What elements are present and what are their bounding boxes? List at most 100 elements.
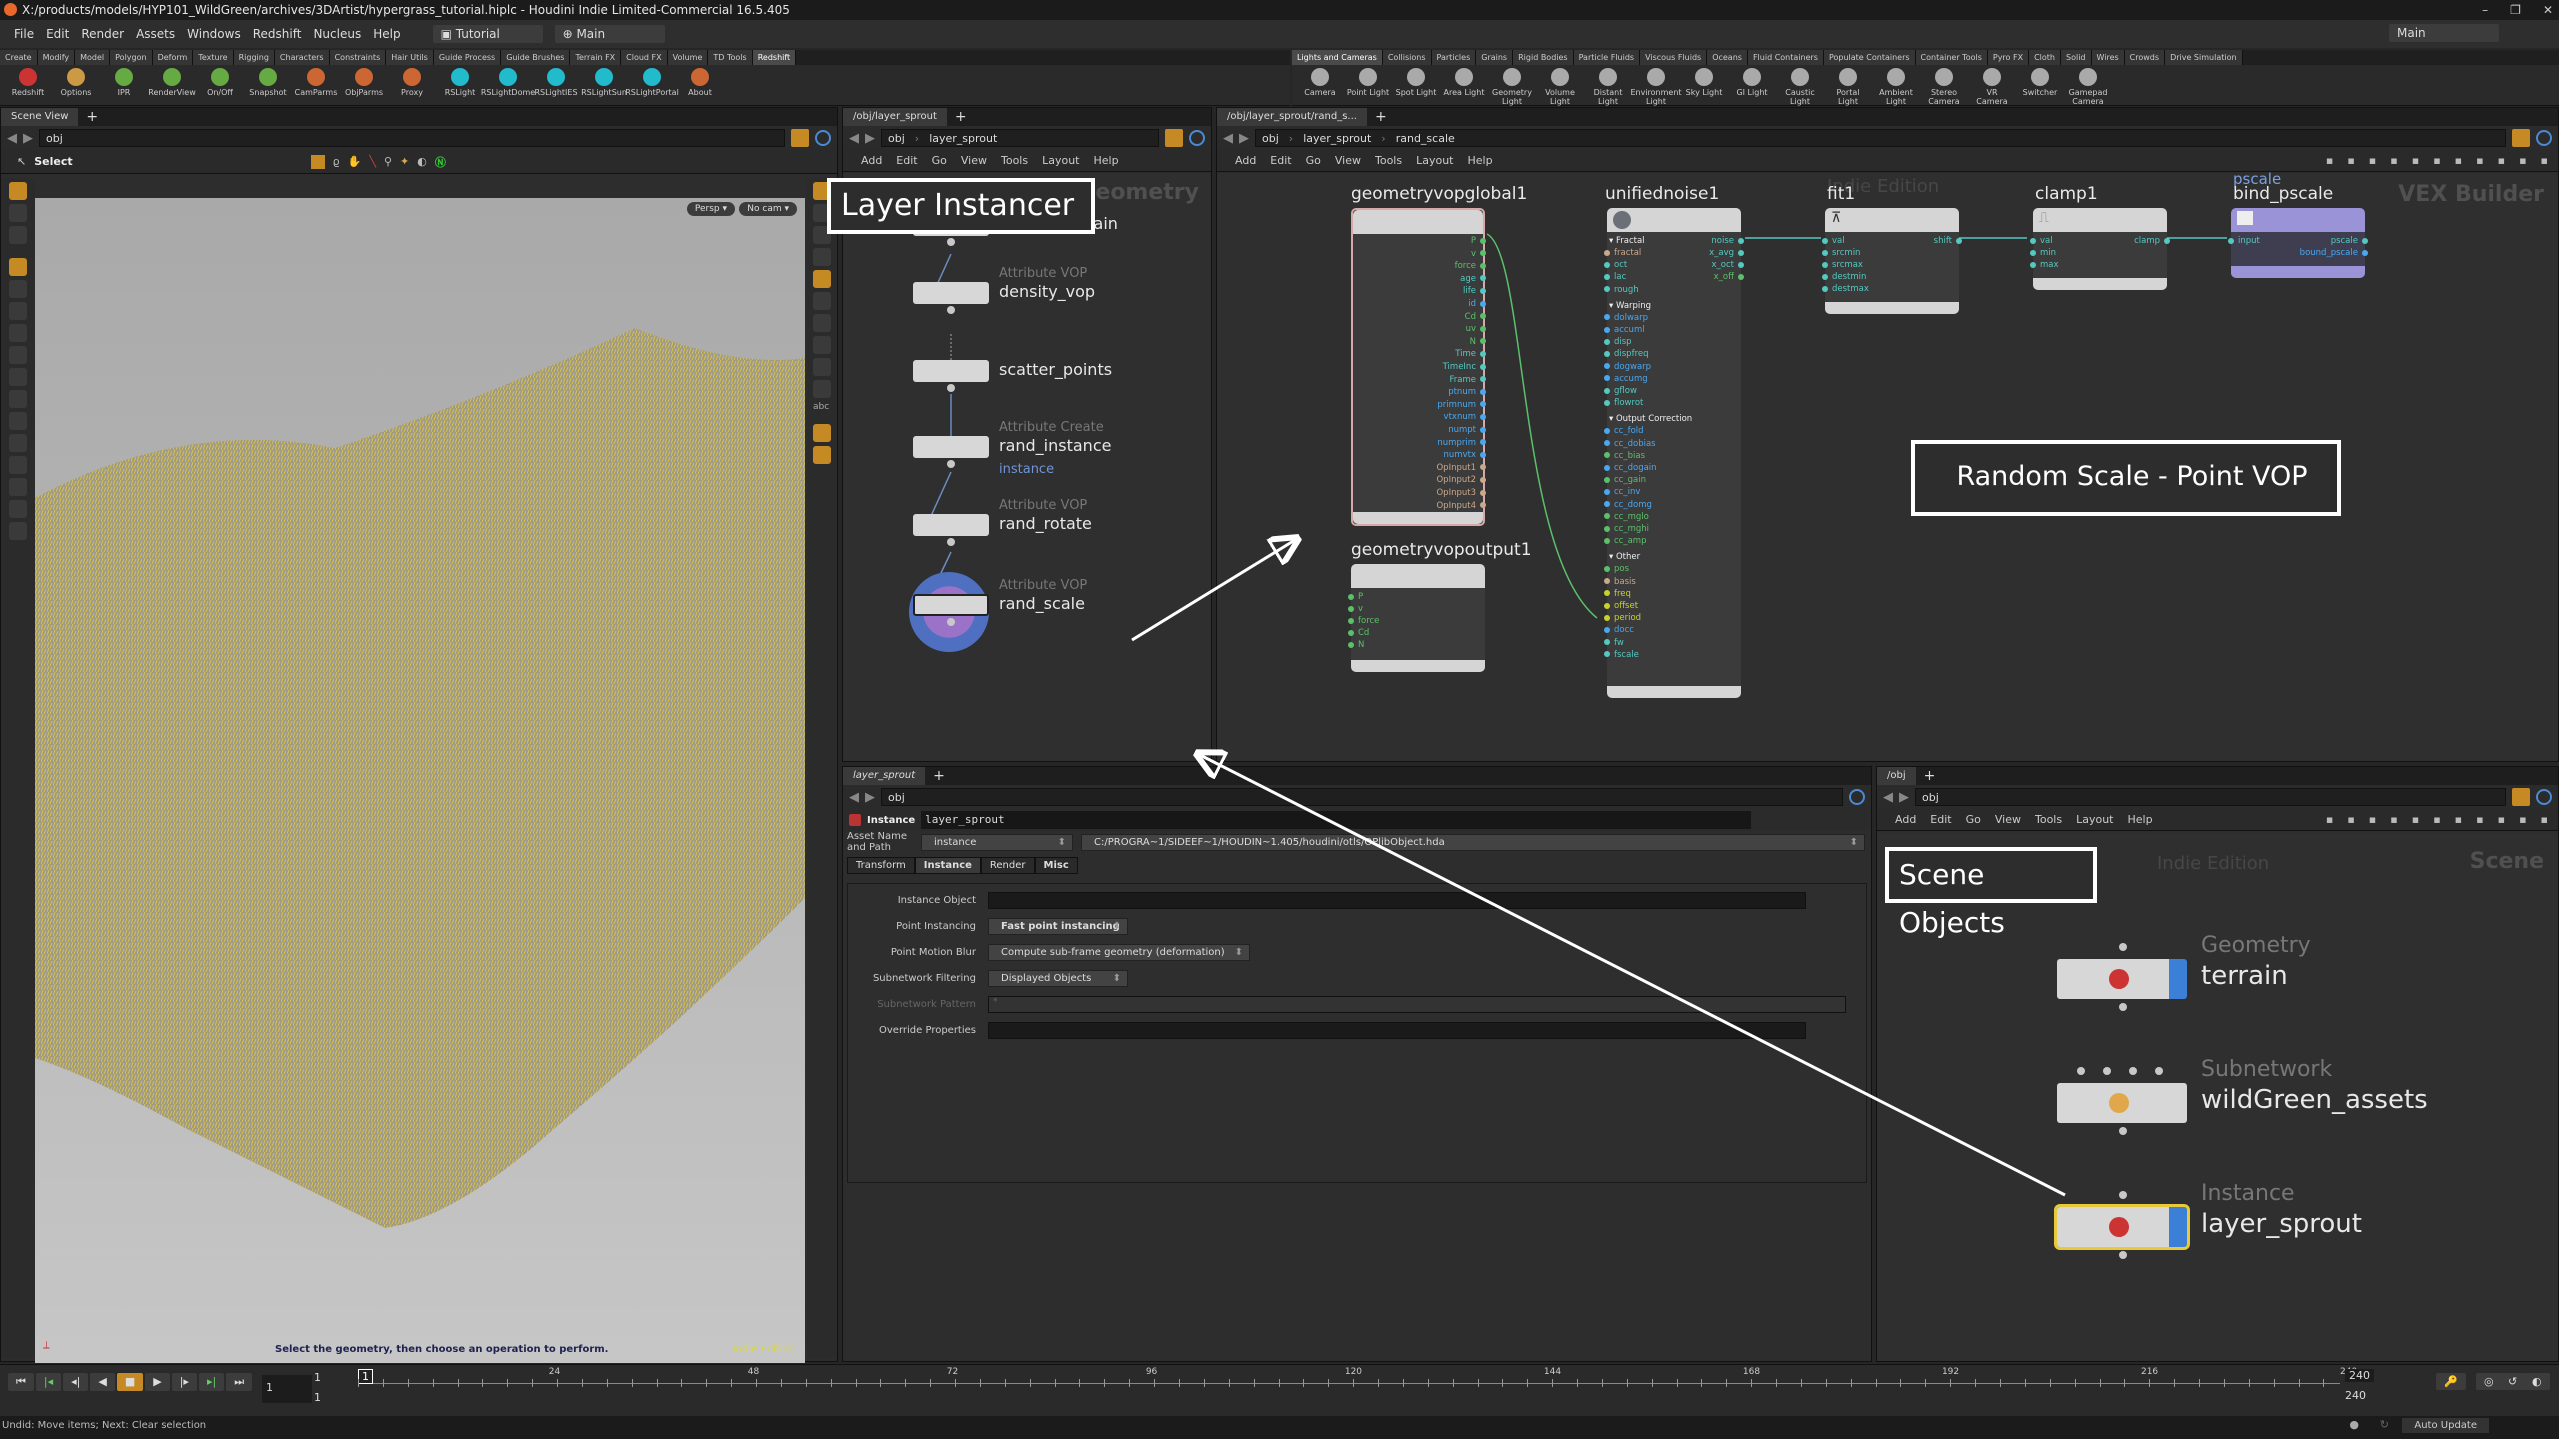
port-dolwarp[interactable]: dolwarp	[1604, 313, 1648, 323]
point-display-icon[interactable]	[813, 314, 831, 332]
tab-layer-sprout[interactable]: /obj/layer_sprout	[843, 108, 947, 126]
shelf-tool-camparms[interactable]: CamParms	[294, 68, 338, 97]
background-icon[interactable]	[813, 424, 831, 442]
wrench-icon[interactable]: ▪	[2326, 813, 2333, 826]
tab-scene-view[interactable]: Scene View	[1, 108, 79, 126]
current-frame-marker[interactable]: 1	[358, 1369, 373, 1384]
sticky-note-icon[interactable]: ▪	[2455, 154, 2462, 167]
output-connector[interactable]	[1480, 250, 1486, 257]
pin-icon[interactable]	[2512, 788, 2530, 806]
shelf-tool-rslightdome[interactable]: RSLightDome	[481, 68, 535, 97]
vop-node-fit1[interactable]: ⊼ val srcmin srcmax destmin destmax shift	[1822, 208, 1962, 314]
menu-add[interactable]: Add	[861, 154, 882, 167]
background-image-icon[interactable]: ▪	[2476, 813, 2483, 826]
port-numpt[interactable]: numpt	[1448, 425, 1486, 435]
output-connector[interactable]	[1480, 275, 1486, 282]
step-forward-button[interactable]: |▸	[171, 1373, 197, 1391]
output-connector[interactable]	[947, 306, 955, 314]
path-field[interactable]: obj	[39, 129, 785, 147]
output-connector[interactable]	[1480, 338, 1486, 345]
back-arrow-icon[interactable]: ◀	[7, 131, 17, 146]
input-connector[interactable]	[1604, 513, 1610, 520]
output-connector[interactable]	[1480, 388, 1486, 395]
parm-menu[interactable]: Compute sub-frame geometry (deformation)	[988, 943, 1250, 961]
port-cc-mghi[interactable]: cc_mghi	[1604, 524, 1649, 534]
forward-arrow-icon[interactable]: ▶	[23, 131, 33, 146]
port-fw[interactable]: fw	[1604, 638, 1624, 648]
input-connector[interactable]	[2030, 261, 2036, 268]
input-connector[interactable]	[2155, 1067, 2163, 1075]
forward-arrow-icon[interactable]: ▶	[865, 131, 875, 146]
loop-icon[interactable]: ↺	[2500, 1373, 2526, 1390]
step-back-button[interactable]: ◂|	[63, 1373, 89, 1391]
output-connector[interactable]	[1480, 237, 1486, 244]
node-body[interactable]	[913, 594, 989, 616]
port-input[interactable]: input	[2228, 236, 2260, 246]
add-tab-button[interactable]: +	[925, 768, 953, 784]
output-connector[interactable]	[947, 238, 955, 246]
shelf-tab-grains[interactable]: Grains	[1476, 50, 1514, 65]
input-connector[interactable]	[1604, 525, 1610, 532]
input-connector[interactable]	[2030, 249, 2036, 256]
parm-tab-render[interactable]: Render	[980, 857, 1035, 874]
output-connector[interactable]	[1480, 489, 1486, 496]
link-icon[interactable]	[815, 130, 831, 146]
shelf-tab-cloth[interactable]: Cloth	[2029, 50, 2061, 65]
port-cc-dogain[interactable]: cc_dogain	[1604, 463, 1657, 473]
jump-end-button[interactable]: ⏭	[226, 1373, 253, 1391]
shelf-tool-geometry-light[interactable]: Geometry Light	[1490, 68, 1534, 106]
input-connector[interactable]	[1604, 537, 1610, 544]
eye-icon[interactable]: ▪	[2541, 813, 2548, 826]
parm-tab-misc[interactable]: Misc	[1034, 857, 1078, 874]
shelf-tool-portal-light[interactable]: Portal Light	[1826, 68, 1870, 106]
port-cc-mglo[interactable]: cc_mglo	[1604, 512, 1649, 522]
background-image-icon[interactable]: ▪	[2476, 154, 2483, 167]
port-cc-dobias[interactable]: cc_dobias	[1604, 439, 1656, 449]
output-connector[interactable]	[1480, 363, 1486, 370]
port-cc-fold[interactable]: cc_fold	[1604, 426, 1644, 436]
sop-network-canvas[interactable]: Geometry Object MergeMERGE_terrainAttrib…	[843, 174, 1211, 761]
vop-node-unifiednoise1[interactable]: noise x_avg x_oct x_off ▾ Fractal fractal oct l…	[1604, 208, 1744, 698]
range-start-field[interactable]: 1	[314, 1391, 321, 1404]
menu-edit[interactable]: Edit	[896, 154, 917, 167]
snap-curve-icon[interactable]	[9, 412, 27, 430]
shelf-tool-rslight[interactable]: RSLight	[438, 68, 482, 97]
node-body[interactable]	[913, 436, 989, 458]
port-shift[interactable]: shift	[1934, 236, 1962, 246]
input-connector[interactable]	[2103, 1067, 2111, 1075]
input-connector[interactable]	[2030, 237, 2036, 244]
menu-help[interactable]: Help	[1094, 154, 1119, 167]
input-connector[interactable]	[1604, 399, 1610, 406]
output-connector[interactable]	[1738, 237, 1744, 244]
move-tool-icon[interactable]	[9, 280, 27, 298]
shelf-tab-guide-brushes[interactable]: Guide Brushes	[501, 50, 571, 65]
output-connector[interactable]	[2119, 1127, 2127, 1135]
shelf-tab-rigid-bodies[interactable]: Rigid Bodies	[1513, 50, 1574, 65]
shelf-tab-model[interactable]: Model	[75, 50, 111, 65]
find-icon[interactable]: ▪	[2519, 813, 2526, 826]
shelf-tool-proxy[interactable]: Proxy	[390, 68, 434, 97]
output-connector[interactable]	[2119, 1251, 2127, 1259]
handle-tool-icon[interactable]	[9, 368, 27, 386]
primitive-mode-icon[interactable]	[9, 226, 27, 244]
output-connector[interactable]	[1480, 451, 1486, 458]
menu-view[interactable]: View	[1335, 154, 1361, 167]
menu-add[interactable]: Add	[1895, 813, 1916, 826]
refresh-icon[interactable]: ↻	[2380, 1418, 2389, 1431]
port-oct[interactable]: oct	[1604, 260, 1627, 270]
input-connector[interactable]	[1604, 639, 1610, 646]
xray-icon[interactable]	[813, 248, 831, 266]
lights-icon[interactable]	[813, 292, 831, 310]
port-life[interactable]: life	[1463, 286, 1486, 296]
menu-edit[interactable]: Edit	[46, 27, 69, 41]
vop-node-clamp1[interactable]: ⎍ val min max clamp	[2030, 208, 2170, 290]
port-x-oct[interactable]: x_oct	[1712, 260, 1744, 270]
port-ptnum[interactable]: ptnum	[1448, 387, 1486, 397]
box-select-icon[interactable]	[310, 154, 325, 169]
menu-go[interactable]: Go	[932, 154, 947, 167]
port-p[interactable]: P	[1348, 592, 1363, 602]
input-connector[interactable]	[1604, 476, 1610, 483]
audio-icon[interactable]: ◐	[2524, 1373, 2550, 1390]
port-pos[interactable]: pos	[1604, 564, 1629, 574]
input-connector[interactable]	[1822, 285, 1828, 292]
